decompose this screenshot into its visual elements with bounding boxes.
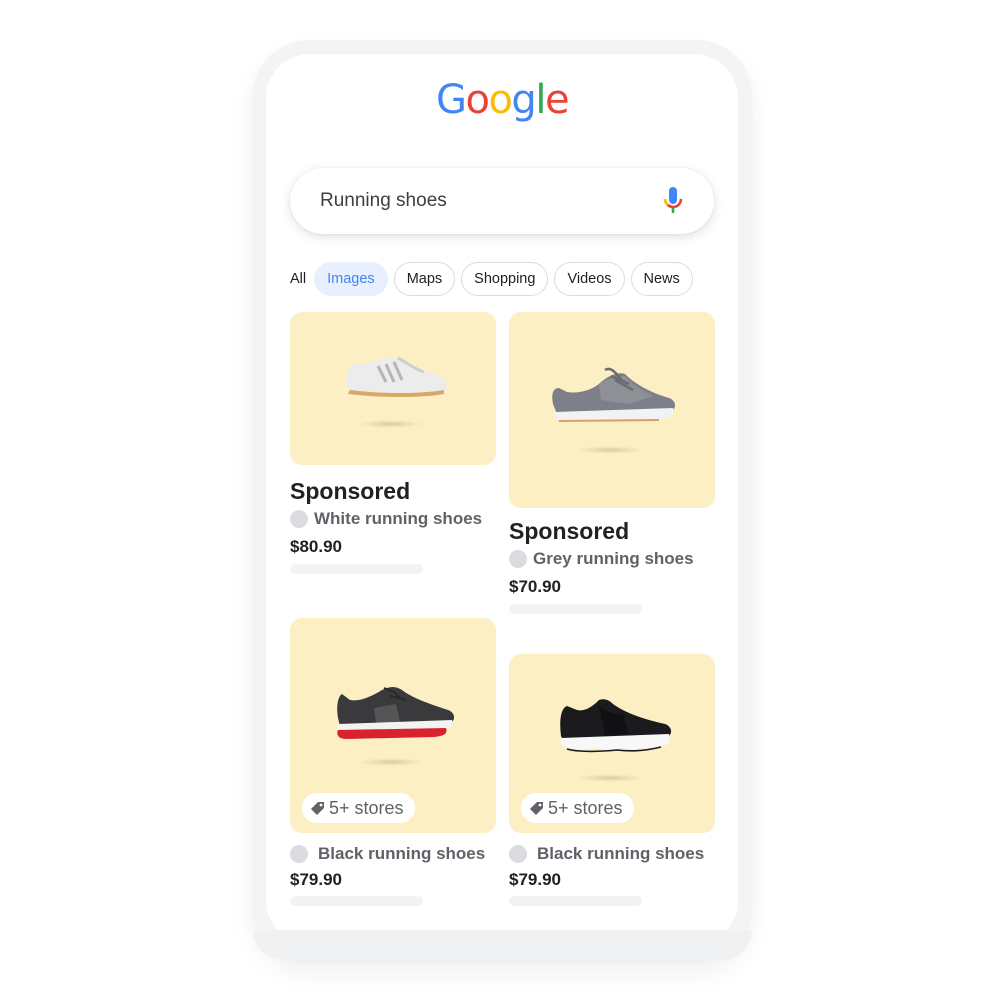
tab-shopping[interactable]: Shopping bbox=[461, 262, 549, 296]
search-tabs: All Images Maps Shopping Videos News bbox=[290, 262, 699, 296]
logo-letter: o bbox=[465, 77, 489, 123]
placeholder-bar bbox=[290, 564, 423, 574]
sponsored-label: Sponsored bbox=[290, 478, 411, 504]
merchant-logo-placeholder bbox=[509, 845, 527, 863]
placeholder-bar bbox=[509, 604, 642, 614]
shoe-shadow bbox=[358, 758, 424, 766]
tab-images[interactable]: Images bbox=[314, 262, 388, 296]
merchant-name[interactable]: White running shoes bbox=[314, 509, 482, 529]
tab-news[interactable]: News bbox=[630, 262, 693, 296]
placeholder-bar bbox=[509, 896, 642, 906]
merchant-name[interactable]: Grey running shoes bbox=[533, 549, 694, 569]
stores-count: 5+ stores bbox=[329, 797, 404, 818]
stores-badge: 5+ stores bbox=[521, 793, 634, 823]
logo-letter: g bbox=[511, 77, 536, 123]
logo-letter: o bbox=[488, 77, 512, 123]
sponsored-label: Sponsored bbox=[509, 518, 630, 544]
search-box[interactable]: Running shoes bbox=[290, 168, 714, 234]
phone-screen: Google Running shoes All Images Maps Sho… bbox=[266, 54, 738, 944]
tag-icon bbox=[311, 801, 324, 815]
price: $70.90 bbox=[509, 577, 561, 596]
shoe-shadow bbox=[358, 420, 424, 428]
merchant-logo-placeholder bbox=[509, 550, 527, 568]
google-logo: Google bbox=[266, 80, 738, 120]
black-red-sneaker-image bbox=[337, 687, 455, 739]
phone-frame: Google Running shoes All Images Maps Sho… bbox=[253, 40, 752, 960]
merchant-logo-placeholder bbox=[290, 510, 308, 528]
shoe-shadow bbox=[577, 446, 643, 454]
tag-icon bbox=[530, 801, 543, 815]
price: $79.90 bbox=[509, 870, 561, 889]
product-image[interactable]: 5+ stores bbox=[509, 654, 715, 833]
microphone-icon[interactable] bbox=[662, 187, 684, 215]
stores-count: 5+ stores bbox=[548, 797, 623, 818]
product-image[interactable]: 5+ stores bbox=[290, 618, 496, 833]
black-slip-on-sneaker-image bbox=[560, 699, 672, 753]
tab-all[interactable]: All bbox=[290, 271, 306, 287]
merchant-name[interactable]: Black running shoes bbox=[318, 844, 485, 864]
merchant[interactable]: Black running shoes bbox=[290, 844, 485, 864]
shoe-shadow bbox=[577, 774, 643, 782]
merchant[interactable]: Grey running shoes bbox=[509, 549, 694, 569]
stores-badge: 5+ stores bbox=[302, 793, 415, 823]
white-sneaker-image bbox=[346, 356, 447, 397]
placeholder-bar bbox=[290, 896, 423, 906]
search-input[interactable]: Running shoes bbox=[320, 190, 447, 212]
price: $79.90 bbox=[290, 870, 342, 889]
tab-maps[interactable]: Maps bbox=[393, 262, 456, 296]
product-image[interactable] bbox=[509, 312, 715, 508]
merchant[interactable]: Black running shoes bbox=[509, 844, 704, 864]
logo-letter: e bbox=[544, 77, 570, 123]
logo-letter: l bbox=[535, 77, 546, 123]
product-image[interactable] bbox=[290, 312, 496, 465]
logo-letter: G bbox=[435, 77, 467, 123]
phone-bottom-bezel bbox=[253, 930, 752, 960]
price: $80.90 bbox=[290, 537, 342, 556]
grey-sneaker-image bbox=[552, 367, 676, 422]
merchant[interactable]: White running shoes bbox=[290, 509, 482, 529]
merchant-name[interactable]: Black running shoes bbox=[537, 844, 704, 864]
tab-videos[interactable]: Videos bbox=[554, 262, 625, 296]
merchant-logo-placeholder bbox=[290, 845, 308, 863]
